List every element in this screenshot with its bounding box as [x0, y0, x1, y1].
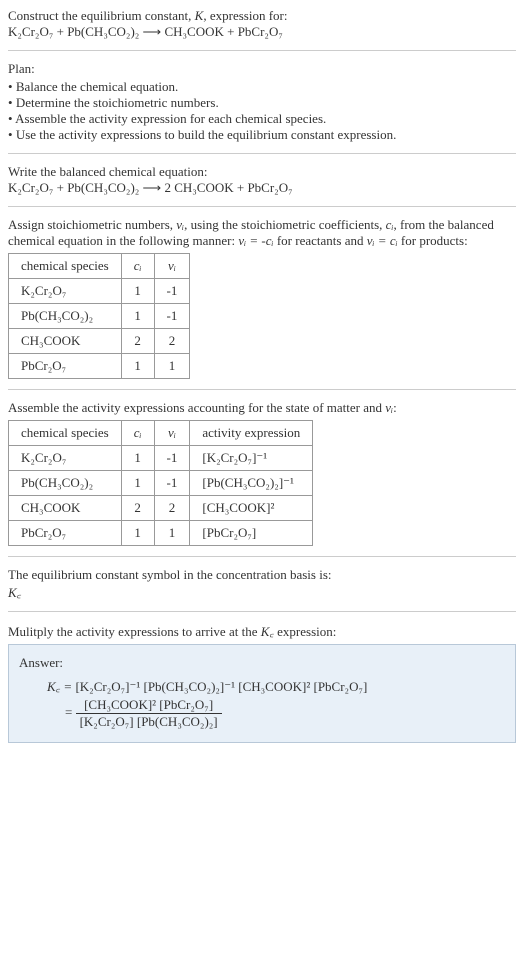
col-nu: νᵢ — [154, 421, 190, 446]
col-species: chemical species — [9, 421, 122, 446]
balanced-section: Write the balanced chemical equation: K₂… — [8, 164, 516, 196]
divider — [8, 50, 516, 51]
table-row: PbCr₂O₇ 1 1 [PbCr₂O₇] — [9, 521, 313, 546]
unbalanced-reaction: K₂Cr₂O₇ + Pb(CH₃CO₂)₂ ⟶ CH₃COOK + PbCr₂O… — [8, 24, 283, 39]
balanced-reaction: K₂Cr₂O₇ + Pb(CH₃CO₂)₂ ⟶ 2 CH₃COOK + PbCr… — [8, 180, 293, 195]
kc-symbol-section: The equilibrium constant symbol in the c… — [8, 567, 516, 601]
activity-table: chemical species cᵢ νᵢ activity expressi… — [8, 420, 313, 546]
divider — [8, 206, 516, 207]
header-section: Construct the equilibrium constant, K, e… — [8, 8, 516, 40]
final-intro: Mulitply the activity expressions to arr… — [8, 622, 516, 640]
plan-title: Plan: — [8, 61, 516, 77]
kc-symbol-intro: The equilibrium constant symbol in the c… — [8, 567, 516, 583]
fraction-denominator: [K₂Cr₂O₇] [Pb(CH₃CO₂)₂] — [76, 714, 222, 730]
plan-section: Plan: Balance the chemical equation. Det… — [8, 61, 516, 143]
plan-item: Determine the stoichiometric numbers. — [8, 95, 516, 111]
balanced-intro: Write the balanced chemical equation: — [8, 164, 516, 180]
answer-label: Answer: — [19, 655, 505, 671]
table-row: Pb(CH₃CO₂)₂ 1 -1 [Pb(CH₃CO₂)₂]⁻¹ — [9, 471, 313, 496]
kc-symbol: K꜀ — [8, 585, 21, 600]
col-c: cᵢ — [121, 254, 154, 279]
table-row: K₂Cr₂O₇ 1 -1 — [9, 279, 190, 304]
construct-text: Construct the equilibrium constant, — [8, 8, 195, 23]
table-row: K₂Cr₂O₇ 1 -1 [K₂Cr₂O₇]⁻¹ — [9, 446, 313, 471]
kc-fraction: [CH₃COOK]² [PbCr₂O₇] [K₂Cr₂O₇] [Pb(CH₃CO… — [76, 697, 222, 730]
col-nu: νᵢ — [154, 254, 190, 279]
plan-item: Assemble the activity expression for eac… — [8, 111, 516, 127]
table-row: CH₃COOK 2 2 [CH₃COOK]² — [9, 496, 313, 521]
table-row: PbCr₂O₇ 1 1 — [9, 354, 190, 379]
table-row: CH₃COOK 2 2 — [9, 329, 190, 354]
table-row: Pb(CH₃CO₂)₂ 1 -1 — [9, 304, 190, 329]
fraction-numerator: [CH₃COOK]² [PbCr₂O₇] — [76, 697, 222, 714]
answer-box: Answer: K꜀ = [K₂Cr₂O₇]⁻¹ [Pb(CH₃CO₂)₂]⁻¹… — [8, 644, 516, 743]
expression-for: , expression for: — [203, 8, 287, 23]
col-c: cᵢ — [121, 421, 154, 446]
activity-intro: Assemble the activity expressions accoun… — [8, 400, 516, 416]
divider — [8, 389, 516, 390]
stoich-section: Assign stoichiometric numbers, νᵢ, using… — [8, 217, 516, 379]
table-header-row: chemical species cᵢ νᵢ — [9, 254, 190, 279]
kc-equation-line1: K꜀ = [K₂Cr₂O₇]⁻¹ [Pb(CH₃CO₂)₂]⁻¹ [CH₃COO… — [19, 677, 505, 695]
final-section: Mulitply the activity expressions to arr… — [8, 622, 516, 743]
stoich-intro: Assign stoichiometric numbers, νᵢ, using… — [8, 217, 516, 249]
plan-item: Use the activity expressions to build th… — [8, 127, 516, 143]
plan-item: Balance the chemical equation. — [8, 79, 516, 95]
divider — [8, 611, 516, 612]
stoich-table: chemical species cᵢ νᵢ K₂Cr₂O₇ 1 -1 Pb(C… — [8, 253, 190, 379]
divider — [8, 153, 516, 154]
kc-equation-line2: = [CH₃COOK]² [PbCr₂O₇] [K₂Cr₂O₇] [Pb(CH₃… — [19, 697, 505, 730]
col-activity: activity expression — [190, 421, 313, 446]
divider — [8, 556, 516, 557]
plan-list: Balance the chemical equation. Determine… — [8, 79, 516, 143]
activity-section: Assemble the activity expressions accoun… — [8, 400, 516, 546]
table-header-row: chemical species cᵢ νᵢ activity expressi… — [9, 421, 313, 446]
col-species: chemical species — [9, 254, 122, 279]
